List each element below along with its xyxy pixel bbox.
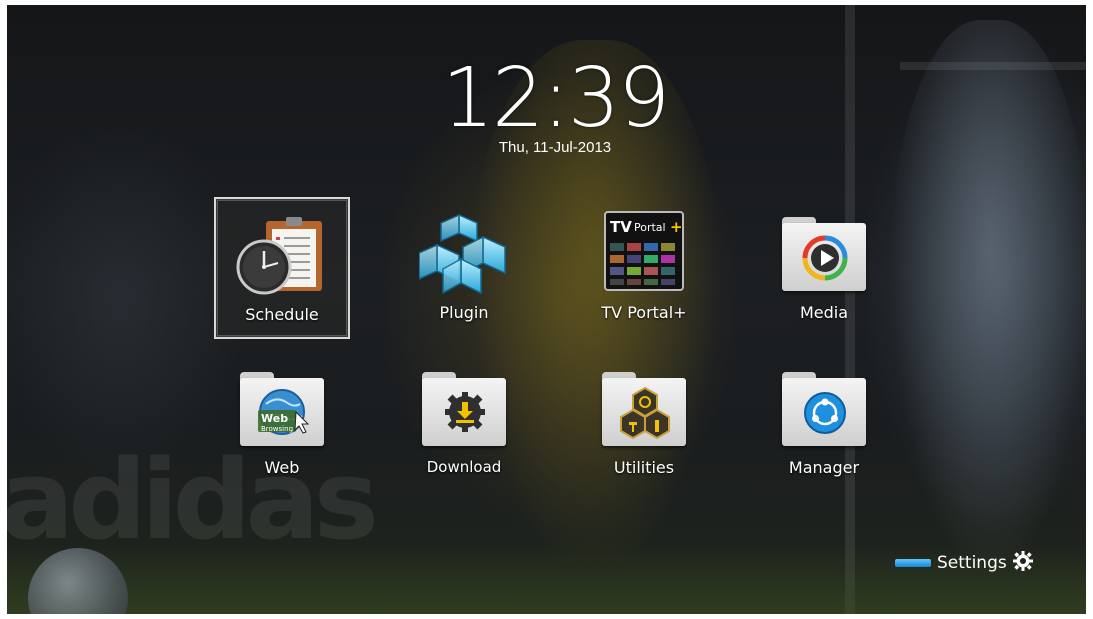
screen-border-left bbox=[0, 0, 7, 619]
menu-tile-label: Utilities bbox=[613, 458, 675, 477]
menu-tile-web[interactable]: Web Browsing Web bbox=[214, 360, 350, 502]
menu-tile-label: Download bbox=[426, 458, 502, 476]
svg-text:Web: Web bbox=[261, 412, 288, 425]
media-play-folder-icon bbox=[782, 217, 866, 291]
menu-tile-schedule[interactable]: Schedule bbox=[214, 197, 350, 339]
menu-tile-label: Schedule bbox=[245, 305, 319, 324]
menu-tile-download[interactable]: Download bbox=[396, 360, 532, 502]
web-browsing-folder-icon: Web Browsing bbox=[240, 372, 324, 446]
utilities-folder-icon bbox=[602, 372, 686, 446]
screen-border-bottom bbox=[0, 614, 1093, 619]
tv-portal-icon: TV Portal + bbox=[604, 211, 684, 291]
menu-tile-label: Media bbox=[799, 303, 849, 322]
menu-tile-manager[interactable]: Manager bbox=[756, 360, 892, 502]
screen-border-right bbox=[1086, 0, 1093, 619]
svg-text:+: + bbox=[670, 218, 683, 236]
download-folder-icon bbox=[422, 372, 506, 446]
manager-folder-icon bbox=[782, 372, 866, 446]
menu-tile-media[interactable]: Media bbox=[756, 197, 892, 339]
settings-label: Settings bbox=[937, 553, 1007, 573]
screen-border-top bbox=[0, 0, 1093, 5]
settings-button[interactable]: Settings bbox=[895, 551, 1033, 575]
plugin-cubes-icon bbox=[418, 211, 509, 295]
menu-tile-label: Manager bbox=[788, 458, 860, 477]
menu-tile-label: Plugin bbox=[439, 303, 489, 322]
svg-text:Browsing: Browsing bbox=[261, 425, 293, 433]
clock-time: 12:39 bbox=[441, 51, 670, 146]
clock-date: Thu, 11-Jul-2013 bbox=[498, 139, 612, 156]
menu-tile-tv-portal[interactable]: TV Portal + TV Portal+ bbox=[576, 197, 712, 339]
blue-key-indicator bbox=[895, 559, 931, 567]
background-player-right bbox=[890, 20, 1090, 580]
menu-tile-plugin[interactable]: Plugin bbox=[396, 197, 532, 339]
menu-tile-utilities[interactable]: Utilities bbox=[576, 360, 712, 502]
schedule-clock-clipboard-icon bbox=[234, 215, 330, 295]
menu-tile-label: TV Portal+ bbox=[601, 303, 687, 322]
home-screen: adidas 12:39 Thu, 11-Jul-2013 Schedule P… bbox=[0, 0, 1093, 619]
menu-tile-label: Web bbox=[264, 458, 300, 477]
gear-icon bbox=[1012, 551, 1033, 575]
svg-text:TV: TV bbox=[610, 218, 632, 236]
svg-text:Portal: Portal bbox=[634, 221, 666, 234]
